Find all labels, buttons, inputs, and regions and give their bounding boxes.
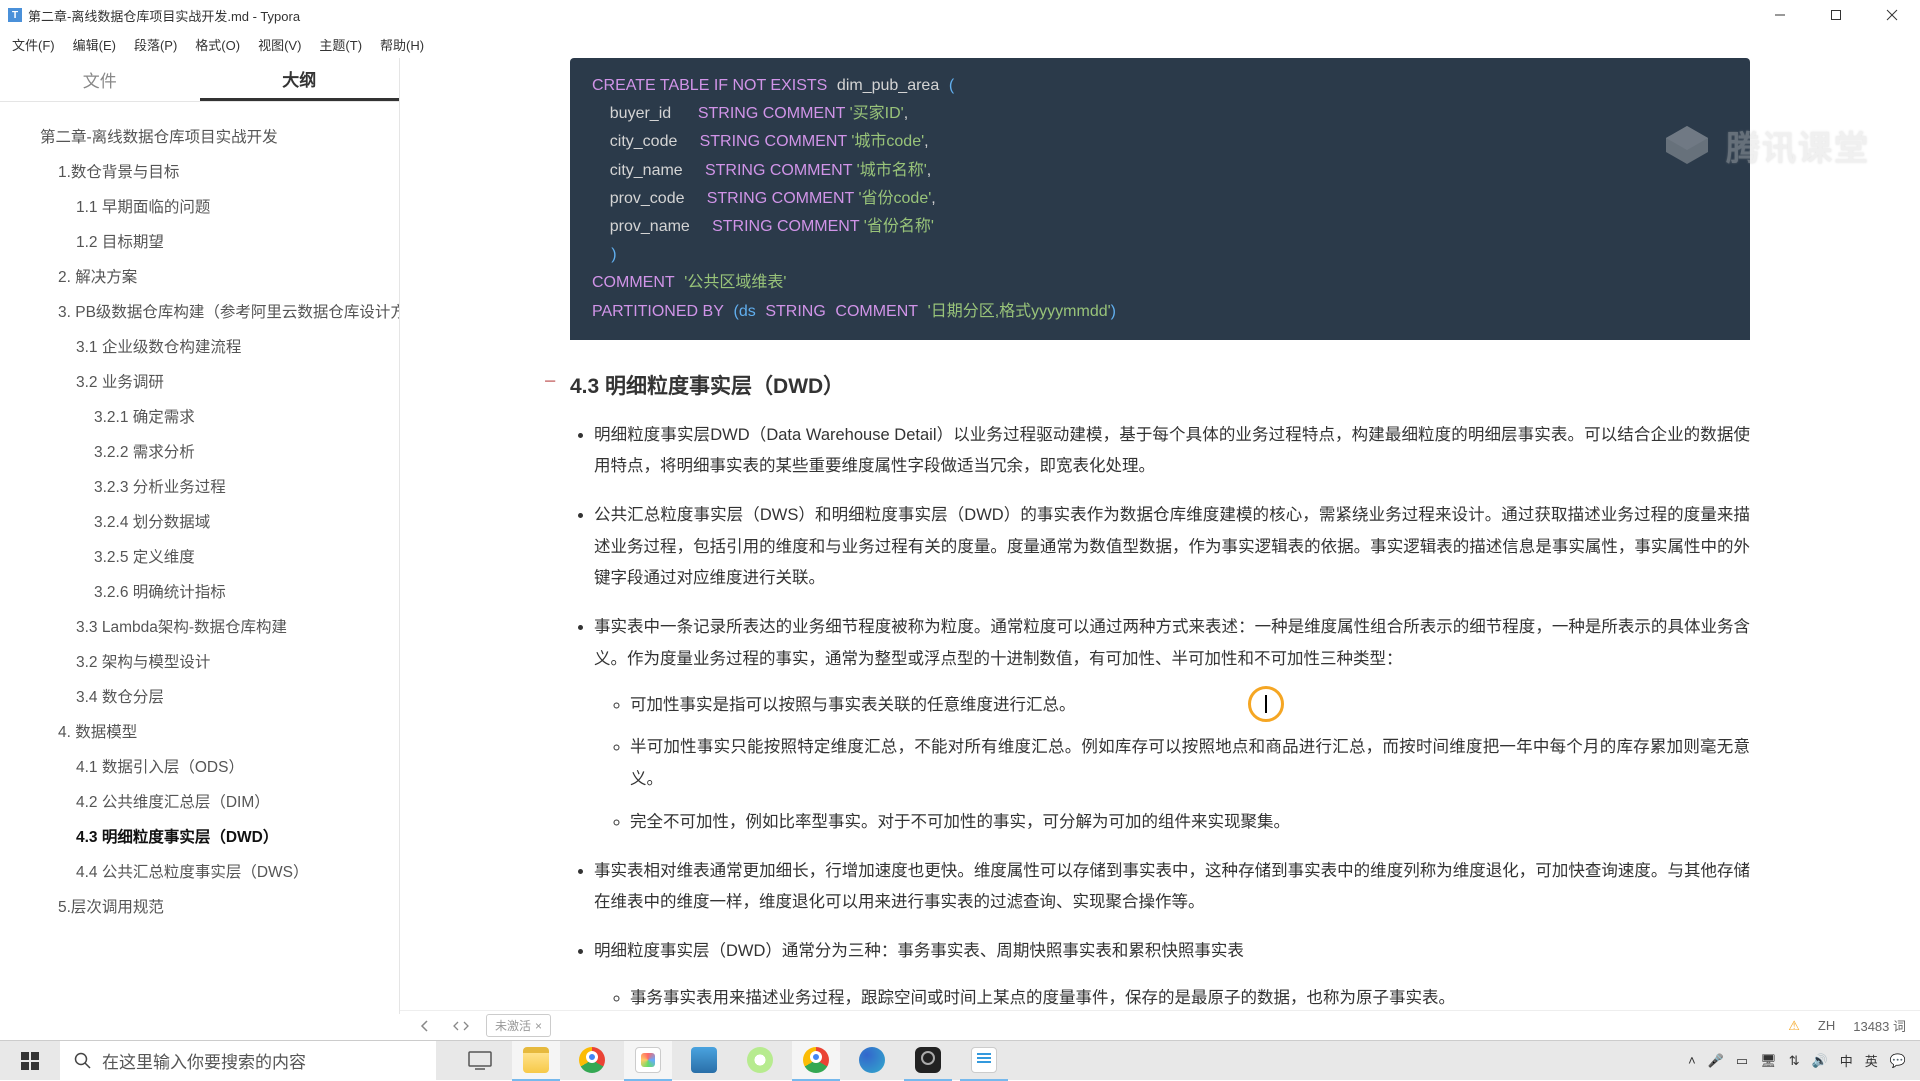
bullet-list: 明细粒度事实层DWD（Data Warehouse Detail）以业务过程驱动… bbox=[570, 420, 1750, 1014]
outline-item[interactable]: 3.2.1 确定需求 bbox=[40, 400, 399, 435]
search-placeholder: 在这里输入你要搜索的内容 bbox=[102, 1048, 306, 1073]
outline-item[interactable]: 第二章-离线数据仓库项目实战开发 bbox=[40, 120, 399, 155]
word-count[interactable]: 13483 词 bbox=[1853, 1016, 1906, 1035]
outline-item[interactable]: 4.2 公共维度汇总层（DIM） bbox=[40, 785, 399, 820]
outline-item[interactable]: 1.数仓背景与目标 bbox=[40, 155, 399, 190]
sub-bullet: 可加性事实是指可以按照与事实表关联的任意维度进行汇总。 bbox=[630, 689, 1750, 721]
taskbar-app-typora[interactable] bbox=[960, 1041, 1008, 1081]
taskbar-app-obs[interactable] bbox=[904, 1041, 952, 1081]
sidebar-tab-file[interactable]: 文件 bbox=[0, 58, 200, 101]
titlebar: T 第二章-离线数据仓库项目实战开发.md - Typora bbox=[0, 0, 1920, 30]
tray-wifi-icon[interactable]: ⇅ bbox=[1789, 1053, 1800, 1069]
sidebar: 文件 大纲 第二章-离线数据仓库项目实战开发1.数仓背景与目标1.1 早期面临的… bbox=[0, 58, 400, 1014]
close-button[interactable] bbox=[1864, 0, 1920, 30]
tray-mic-icon[interactable]: 🎤 bbox=[1708, 1053, 1724, 1069]
menu-help[interactable]: 帮助(H) bbox=[380, 35, 424, 54]
close-badge-icon[interactable]: × bbox=[535, 1019, 542, 1033]
menu-edit[interactable]: 编辑(E) bbox=[73, 35, 116, 54]
taskbar-app-chrome[interactable] bbox=[568, 1041, 616, 1081]
outline-item[interactable]: 4.3 明细粒度事实层（DWD） bbox=[40, 820, 399, 855]
system-tray[interactable]: ˄ 🎤 ▭ 🖥 ⇅ 🔊 中 英 💬 bbox=[1688, 1051, 1920, 1070]
task-view-button[interactable] bbox=[456, 1041, 504, 1081]
source-code-button[interactable] bbox=[450, 1015, 472, 1037]
menu-file[interactable]: 文件(F) bbox=[12, 35, 55, 54]
app-icon: T bbox=[8, 8, 22, 22]
outline-item[interactable]: 4.1 数据引入层（ODS） bbox=[40, 750, 399, 785]
outline-item[interactable]: 3. PB级数据仓库构建（参考阿里云数据仓库设计方案） bbox=[40, 295, 399, 330]
outline-item[interactable]: 3.1 企业级数仓构建流程 bbox=[40, 330, 399, 365]
tray-monitor-icon[interactable]: 🖥 bbox=[1760, 1053, 1777, 1069]
outline-item[interactable]: 4. 数据模型 bbox=[40, 715, 399, 750]
sub-bullet: 完全不可加性，例如比率型事实。对于不可加性的事实，可分解为可加的组件来实现聚集。 bbox=[630, 806, 1750, 838]
sub-bullet: 半可加性事实只能按照特定维度汇总，不能对所有维度汇总。例如库存可以按照地点和商品… bbox=[630, 731, 1750, 795]
outline-item[interactable]: 3.3 Lambda架构-数据仓库构建 bbox=[40, 610, 399, 645]
tray-battery-icon[interactable]: ▭ bbox=[1736, 1053, 1748, 1069]
cursor-indicator bbox=[1248, 686, 1284, 722]
language-indicator[interactable]: ZH bbox=[1818, 1018, 1835, 1033]
warning-icon[interactable]: ⚠ bbox=[1788, 1018, 1800, 1034]
maximize-button[interactable] bbox=[1808, 0, 1864, 30]
bullet-item: 事实表相对维表通常更加细长，行增加速度也更快。维度属性可以存储到事实表中，这种存… bbox=[594, 856, 1750, 919]
bullet-item: 明细粒度事实层（DWD）通常分为三种：事务事实表、周期快照事实表和累积快照事实表… bbox=[594, 936, 1750, 1014]
tray-volume-icon[interactable]: 🔊 bbox=[1812, 1053, 1828, 1069]
outline-item[interactable]: 3.2.6 明确统计指标 bbox=[40, 575, 399, 610]
taskbar: 在这里输入你要搜索的内容 ˄ 🎤 ▭ 🖥 ⇅ 🔊 中 英 💬 bbox=[0, 1040, 1920, 1080]
outline-item[interactable]: 3.2 架构与模型设计 bbox=[40, 645, 399, 680]
tray-notifications-icon[interactable]: 💬 bbox=[1890, 1053, 1906, 1069]
taskbar-app-vmware[interactable] bbox=[624, 1041, 672, 1081]
taskbar-app-edge[interactable] bbox=[848, 1041, 896, 1081]
heading-dwd[interactable]: 4.3 明细粒度事实层（DWD） bbox=[570, 370, 1750, 400]
outline-item[interactable]: 1.2 目标期望 bbox=[40, 225, 399, 260]
bullet-item: 明细粒度事实层DWD（Data Warehouse Detail）以业务过程驱动… bbox=[594, 420, 1750, 483]
outline-item[interactable]: 2. 解决方案 bbox=[40, 260, 399, 295]
bullet-item: 事实表中一条记录所表达的业务细节程度被称为粒度。通常粒度可以通过两种方式来表述：… bbox=[594, 612, 1750, 837]
taskbar-app-remote[interactable] bbox=[680, 1041, 728, 1081]
menu-theme[interactable]: 主题(T) bbox=[319, 35, 362, 54]
start-button[interactable] bbox=[0, 1041, 60, 1081]
outline-item[interactable]: 4.4 公共汇总粒度事实层（DWS） bbox=[40, 855, 399, 890]
activation-badge[interactable]: 未激活× bbox=[486, 1014, 551, 1037]
taskbar-app-explorer[interactable] bbox=[512, 1041, 560, 1081]
outline-item[interactable]: 5.层次调用规范 bbox=[40, 890, 399, 925]
code-block[interactable]: CREATE TABLE IF NOT EXISTS dim_pub_area … bbox=[570, 58, 1750, 340]
taskbar-app-chrome2[interactable] bbox=[792, 1041, 840, 1081]
watermark: 腾讯课堂 bbox=[1660, 118, 1870, 172]
status-bar: 未激活× ⚠ ZH 13483 词 bbox=[400, 1010, 1920, 1040]
outline-item[interactable]: 3.2.4 划分数据域 bbox=[40, 505, 399, 540]
editor-content[interactable]: 腾讯课堂 CREATE TABLE IF NOT EXISTS dim_pub_… bbox=[400, 58, 1920, 1014]
menu-paragraph[interactable]: 段落(P) bbox=[134, 35, 177, 54]
menubar: 文件(F) 编辑(E) 段落(P) 格式(O) 视图(V) 主题(T) 帮助(H… bbox=[0, 30, 1920, 58]
outline-item[interactable]: 3.2.2 需求分析 bbox=[40, 435, 399, 470]
tray-ime-pin[interactable]: 英 bbox=[1865, 1051, 1878, 1070]
search-icon bbox=[74, 1052, 92, 1070]
menu-view[interactable]: 视图(V) bbox=[258, 35, 301, 54]
outline-item[interactable]: 3.2.3 分析业务过程 bbox=[40, 470, 399, 505]
outline-item[interactable]: 1.1 早期面临的问题 bbox=[40, 190, 399, 225]
outline-item[interactable]: 3.2 业务调研 bbox=[40, 365, 399, 400]
outline-tree[interactable]: 第二章-离线数据仓库项目实战开发1.数仓背景与目标1.1 早期面临的问题1.2 … bbox=[0, 102, 399, 1014]
sidebar-tab-outline[interactable]: 大纲 bbox=[200, 58, 400, 101]
back-button[interactable] bbox=[414, 1015, 436, 1037]
minimize-button[interactable] bbox=[1752, 0, 1808, 30]
watermark-text: 腾讯课堂 bbox=[1726, 121, 1870, 170]
window-title: 第二章-离线数据仓库项目实战开发.md - Typora bbox=[28, 6, 300, 25]
outline-item[interactable]: 3.4 数仓分层 bbox=[40, 680, 399, 715]
menu-format[interactable]: 格式(O) bbox=[195, 35, 240, 54]
taskbar-search[interactable]: 在这里输入你要搜索的内容 bbox=[60, 1041, 436, 1081]
taskbar-app-baidu[interactable] bbox=[736, 1041, 784, 1081]
outline-item[interactable]: 3.2.5 定义维度 bbox=[40, 540, 399, 575]
bullet-item: 公共汇总粒度事实层（DWS）和明细粒度事实层（DWD）的事实表作为数据仓库维度建… bbox=[594, 500, 1750, 594]
tray-chevron-icon[interactable]: ˄ bbox=[1688, 1053, 1696, 1068]
tray-ime-zh[interactable]: 中 bbox=[1840, 1051, 1853, 1070]
